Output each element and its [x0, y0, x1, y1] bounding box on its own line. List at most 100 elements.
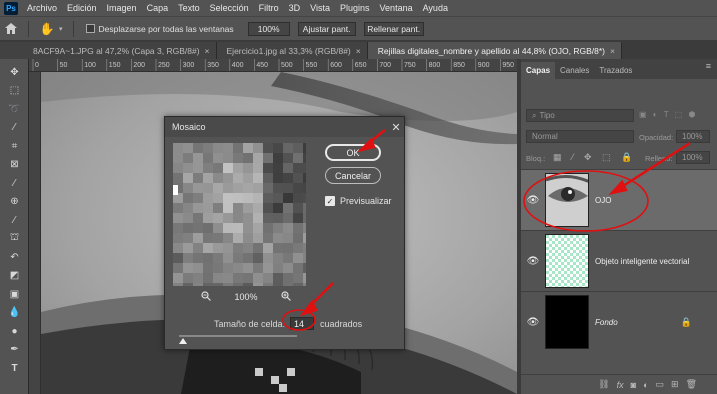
mask-icon[interactable]: ◙: [631, 380, 636, 390]
clone-stamp-tool-icon[interactable]: ⛫: [0, 230, 29, 249]
divider: [72, 20, 74, 37]
panel-menu-icon[interactable]: ≡: [706, 61, 711, 71]
lasso-tool-icon[interactable]: ➰: [0, 100, 29, 119]
mosaic-cell: [273, 263, 283, 273]
magic-wand-tool-icon[interactable]: ⁄: [0, 119, 29, 138]
adjustment-icon[interactable]: ◐: [643, 380, 648, 390]
mosaic-cell: [223, 243, 233, 253]
menu-vista[interactable]: Vista: [306, 3, 336, 13]
menu-plugins[interactable]: Plugins: [336, 3, 376, 13]
mosaic-cell: [283, 183, 293, 193]
cell-size-input[interactable]: 14: [290, 317, 315, 330]
mosaic-cell: [273, 253, 283, 263]
pen-tool-icon[interactable]: ✒: [0, 341, 29, 360]
cell-size-slider-thumb[interactable]: [179, 338, 187, 344]
filter-icons[interactable]: ▣ ◐ T ⬚ ⬢: [639, 110, 697, 119]
brush-tool-icon[interactable]: ⁄: [0, 211, 29, 230]
fx-icon[interactable]: fx: [617, 380, 624, 390]
menu-ventana[interactable]: Ventana: [376, 3, 419, 13]
mosaic-cell: [283, 163, 293, 173]
menu-imagen[interactable]: Imagen: [103, 3, 143, 13]
close-icon[interactable]: ✕: [388, 121, 404, 134]
mosaic-cell: [223, 153, 233, 163]
tab-document-3[interactable]: Rejillas digitales_nombre y apellido al …: [367, 42, 622, 59]
eyedropper-tool-icon[interactable]: ⁄: [0, 174, 29, 193]
filter-preview[interactable]: [173, 143, 306, 286]
menu-seleccion[interactable]: Selección: [206, 3, 255, 13]
zoom-field[interactable]: 100%: [247, 21, 290, 36]
tab-canales[interactable]: Canales: [555, 62, 594, 79]
trash-icon[interactable]: 🗑: [686, 379, 697, 390]
dodge-tool-icon[interactable]: ●: [0, 322, 29, 341]
preview-checkbox-row[interactable]: ✓ Previsualizar: [325, 196, 392, 206]
mosaic-cell: [203, 273, 213, 283]
mosaic-cell: [303, 153, 306, 163]
mosaic-cell: [213, 263, 223, 273]
menu-ayuda[interactable]: Ayuda: [419, 3, 454, 13]
layer-row-ojo[interactable]: 👁 OJO: [521, 169, 717, 230]
tab-document-1[interactable]: 8ACF9A~1.JPG al 47,2% (Capa 3, RGB/8#) ×: [0, 42, 217, 59]
mosaic-cell: [173, 163, 183, 173]
layer-row-fondo[interactable]: 👁 Fondo 🔒: [521, 291, 717, 352]
mosaic-cell: [253, 243, 263, 253]
type-tool-icon[interactable]: T: [0, 359, 29, 378]
frame-tool-icon[interactable]: ⊠: [0, 156, 29, 175]
menu-edicion[interactable]: Edición: [63, 3, 103, 13]
mosaic-cell: [173, 203, 183, 213]
zoom-out-icon[interactable]: [201, 291, 211, 303]
chevron-down-icon[interactable]: ▾: [59, 25, 63, 33]
eraser-tool-icon[interactable]: ◩: [0, 267, 29, 286]
layer-filter-field[interactable]: ⌕ Tipo: [526, 109, 634, 122]
fit-screen-button[interactable]: Ajustar pant.: [297, 21, 356, 36]
close-icon[interactable]: ×: [610, 46, 615, 56]
menu-archivo[interactable]: Archivo: [23, 3, 63, 13]
menu-capa[interactable]: Capa: [143, 3, 175, 13]
mosaic-cell: [263, 253, 273, 263]
crop-tool-icon[interactable]: ⌗: [0, 137, 29, 156]
scroll-all-windows-checkbox[interactable]: [85, 24, 95, 33]
visibility-eye-icon[interactable]: 👁: [521, 256, 545, 267]
mosaic-cell: [273, 233, 283, 243]
move-tool-icon[interactable]: ✥: [0, 63, 29, 82]
mosaic-cell: [293, 173, 303, 183]
mosaic-cell: [183, 213, 193, 223]
artboard-tool-icon[interactable]: ⬚: [0, 82, 29, 101]
layer-row-smart-object[interactable]: 👁 Objeto inteligente vectorial: [521, 230, 717, 291]
mosaic-cell: [203, 233, 213, 243]
mosaic-cell: [203, 153, 213, 163]
close-icon[interactable]: ×: [205, 46, 210, 56]
home-icon[interactable]: [0, 19, 22, 39]
new-layer-icon[interactable]: ⊞: [671, 379, 679, 390]
ok-button[interactable]: OK: [325, 144, 381, 161]
preview-zoom-controls: 100%: [201, 291, 291, 303]
gradient-tool-icon[interactable]: ▣: [0, 285, 29, 304]
menu-3d[interactable]: 3D: [285, 3, 307, 13]
history-brush-tool-icon[interactable]: ↶: [0, 248, 29, 267]
mosaic-cell: [273, 163, 283, 173]
fill-screen-button[interactable]: Rellenar pant.: [363, 21, 424, 36]
menu-texto[interactable]: Texto: [174, 3, 206, 13]
fill-field[interactable]: 100%: [676, 151, 710, 164]
cancel-button[interactable]: Cancelar: [325, 167, 381, 184]
blend-mode-select[interactable]: Normal: [526, 130, 634, 143]
zoom-in-icon[interactable]: [281, 291, 291, 303]
mosaic-cell: [183, 223, 193, 233]
menu-filtro[interactable]: Filtro: [255, 3, 285, 13]
spot-healing-tool-icon[interactable]: ⊕: [0, 193, 29, 212]
tab-capas[interactable]: Capas: [521, 62, 556, 79]
visibility-eye-icon[interactable]: 👁: [521, 317, 545, 328]
preview-checkbox[interactable]: ✓: [325, 196, 335, 206]
tab-document-2[interactable]: Ejercicio1.jpg al 33,3% (RGB/8#) ×: [216, 42, 368, 59]
tab-trazados[interactable]: Trazados: [594, 62, 637, 79]
link-icon[interactable]: ⛓: [598, 379, 609, 390]
mosaic-cell: [193, 223, 203, 233]
folder-icon[interactable]: ▭: [656, 379, 665, 390]
blur-tool-icon[interactable]: 💧: [0, 304, 29, 323]
mosaic-cell: [253, 263, 263, 273]
visibility-eye-icon[interactable]: 👁: [521, 195, 545, 206]
cell-size-slider-track[interactable]: [179, 335, 297, 337]
lock-icons[interactable]: ▦ ⁄ ✥ ⬚ 🔒: [553, 152, 636, 163]
opacity-field[interactable]: 100%: [676, 130, 710, 143]
close-icon[interactable]: ×: [356, 46, 361, 56]
hand-tool-icon[interactable]: ✋: [35, 22, 59, 36]
